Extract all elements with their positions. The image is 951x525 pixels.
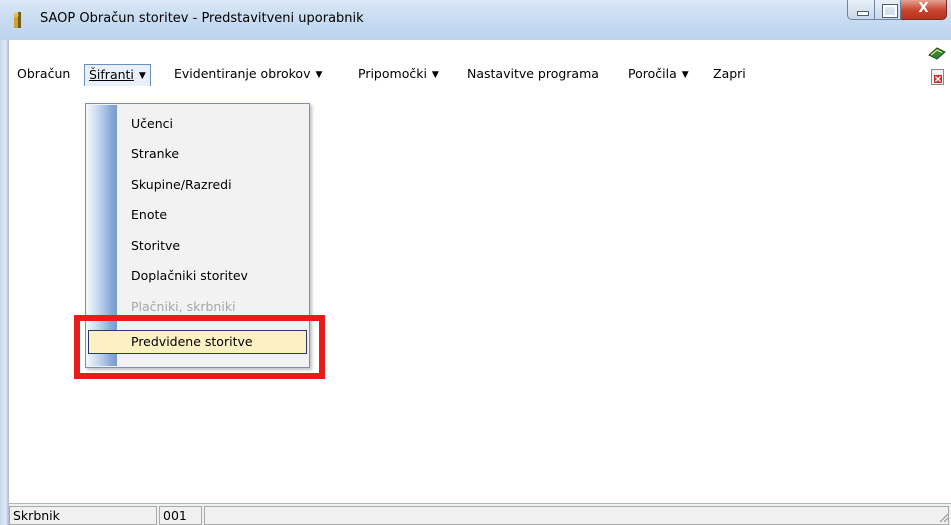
menu-sifranti[interactable]: Šifranti ▼ xyxy=(84,64,151,86)
toolbar-exit-icon[interactable] xyxy=(931,69,944,85)
window-title: SAOP Obračun storitev - Predstavitveni u… xyxy=(40,11,364,26)
close-label: X xyxy=(918,1,929,16)
menu-evidentiranje-label: Evidentiranje obrokov xyxy=(174,66,311,81)
menu-obracun[interactable]: Obračun xyxy=(13,64,74,86)
toolbar-book-icon[interactable] xyxy=(928,46,946,60)
window-controls: X xyxy=(847,0,947,22)
resize-grip-icon[interactable] xyxy=(937,511,949,523)
chevron-down-icon: ▼ xyxy=(138,71,146,81)
menu-evidentiranje-obrokov[interactable]: Evidentiranje obrokov ▼ xyxy=(170,64,326,86)
app-window: SAOP Obračun storitev - Predstavitveni u… xyxy=(0,0,951,525)
menu-nastavitve-programa[interactable]: Nastavitve programa xyxy=(463,64,603,86)
status-code: 001 xyxy=(159,506,202,525)
minimize-icon[interactable] xyxy=(847,0,875,20)
menu-item-enote[interactable]: Enote xyxy=(131,205,167,225)
chevron-down-icon: ▼ xyxy=(431,70,439,80)
close-icon[interactable]: X xyxy=(901,0,947,20)
menu-pripomocki[interactable]: Pripomočki ▼ xyxy=(354,64,443,86)
menu-item-placniki-skrbniki: Plačniki, skrbniki xyxy=(131,299,236,314)
menu-zapri-label: Zapri xyxy=(713,66,746,81)
menu-pripomocki-label: Pripomočki xyxy=(358,66,427,81)
status-extra xyxy=(204,506,949,525)
menu-obracun-label: Obračun xyxy=(17,66,71,81)
menu-item-stranke[interactable]: Stranke xyxy=(131,144,179,164)
window-left-border xyxy=(0,40,9,525)
title-bar: SAOP Obračun storitev - Predstavitveni u… xyxy=(0,0,951,40)
chevron-down-icon: ▼ xyxy=(315,70,323,80)
menu-nastavitve-label: Nastavitve programa xyxy=(467,66,599,81)
menu-porocila[interactable]: Poročila ▼ xyxy=(624,64,693,86)
menu-zapri[interactable]: Zapri xyxy=(709,64,750,86)
menu-item-storitve[interactable]: Storitve xyxy=(131,236,180,256)
menu-item-doplacniki-storitev[interactable]: Doplačniki storitev xyxy=(131,266,248,286)
red-highlight-box xyxy=(74,315,325,379)
menu-porocila-label: Poročila xyxy=(628,66,677,81)
menu-item-skupine-razredi[interactable]: Skupine/Razredi xyxy=(131,175,232,195)
menu-sifranti-label: Šifranti xyxy=(89,67,134,82)
maximize-icon[interactable] xyxy=(875,0,901,20)
status-user: Skrbnik xyxy=(9,506,157,525)
status-bar: Skrbnik 001 xyxy=(9,503,951,525)
menu-item-ucenci[interactable]: Učenci xyxy=(131,114,173,134)
chevron-down-icon: ▼ xyxy=(681,70,689,80)
app-icon xyxy=(13,12,21,28)
